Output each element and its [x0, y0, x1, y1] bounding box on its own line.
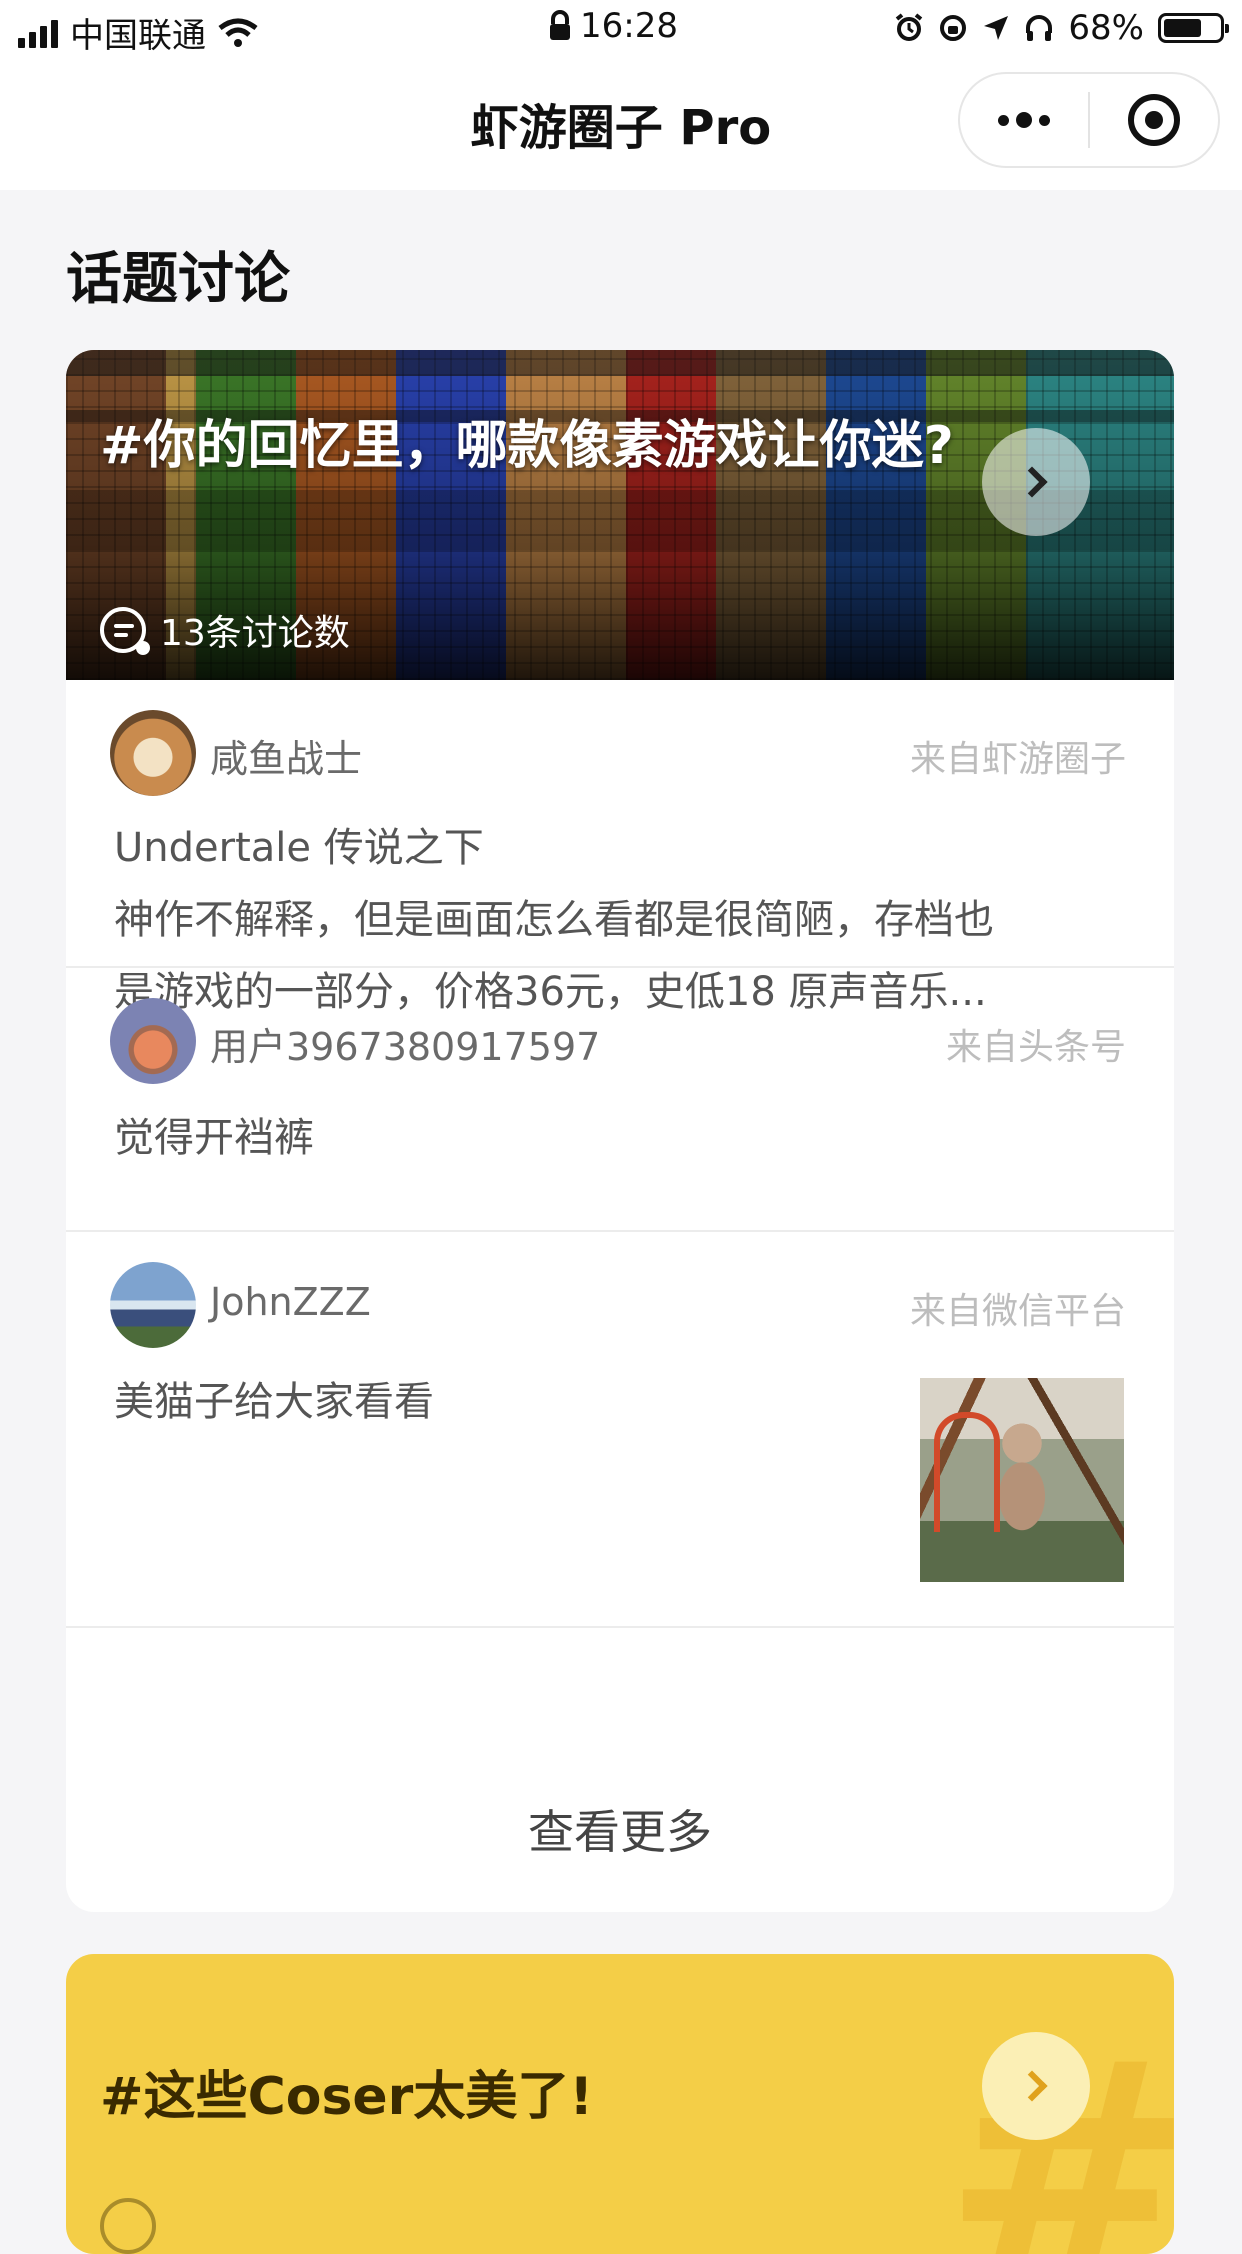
post-username[interactable]: 用户3967380917597 — [210, 1016, 600, 1071]
post-line: 美猫子给大家看看 — [114, 1379, 434, 1425]
status-center: 16:28 — [548, 6, 678, 46]
post-username[interactable]: 咸鱼战士 — [210, 728, 362, 783]
more-button[interactable] — [960, 74, 1088, 166]
more-icon — [998, 112, 1050, 128]
post-item[interactable]: 用户3967380917597 来自头条号 觉得开裆裤 — [66, 968, 1174, 1232]
topic-card-coser[interactable]: # #这些Coser太美了! — [66, 1954, 1174, 2254]
post-line: 神作不解释，但是画面怎么看都是很简陋，存档也 — [114, 897, 994, 943]
topic-card: #你的回忆里，哪款像素游戏让你迷? 13条讨论数 咸鱼战士 来自虾游圈子 Und… — [66, 350, 1174, 1912]
post-content: 觉得开裆裤 — [114, 1102, 314, 1174]
post-item[interactable]: 咸鱼战士 来自虾游圈子 Undertale 传说之下 神作不解释，但是画面怎么看… — [66, 680, 1174, 1015]
discussion-count-label: 13条讨论数 — [160, 613, 350, 654]
chevron-right-icon — [1016, 2070, 1048, 2102]
section-title: 话题讨论 — [66, 247, 290, 312]
avatar[interactable] — [110, 710, 196, 796]
discussion-count: 13条讨论数 — [100, 604, 350, 656]
nav-bar: 虾游圈子 Pro — [0, 58, 1242, 190]
post-item[interactable]: JohnZZZ 来自微信平台 美猫子给大家看看 — [66, 1232, 1174, 1628]
chat-icon — [100, 607, 150, 655]
battery-fill — [1164, 19, 1201, 37]
post-source: 来自头条号 — [945, 1027, 1126, 1068]
headphones-icon — [1026, 15, 1053, 41]
close-target-icon — [1128, 94, 1180, 146]
post-line: Undertale 传说之下 — [114, 825, 484, 871]
view-more-button[interactable]: 查看更多 — [66, 1746, 1174, 1912]
topic-arrow-button-coser[interactable] — [982, 2032, 1090, 2140]
topic-arrow-button[interactable] — [982, 428, 1090, 536]
rotation-lock-icon — [940, 15, 967, 41]
carrier-label: 中国联通 — [70, 16, 206, 56]
battery-icon — [1158, 13, 1229, 43]
signal-icon — [18, 18, 58, 48]
clock-time: 16:28 — [580, 6, 678, 46]
battery-percent: 68% — [1068, 8, 1144, 48]
status-left: 中国联通 — [18, 8, 258, 57]
mini-program-capsule — [958, 72, 1220, 168]
lock-icon — [550, 10, 570, 40]
chat-icon — [100, 2198, 156, 2254]
status-right: 68% — [894, 8, 1229, 48]
location-icon — [984, 16, 1009, 40]
post-line: 觉得开裆裤 — [114, 1115, 314, 1161]
post-source: 来自虾游圈子 — [909, 739, 1126, 780]
topic-title: #你的回忆里，哪款像素游戏让你迷? — [100, 416, 954, 476]
topic-banner[interactable]: #你的回忆里，哪款像素游戏让你迷? 13条讨论数 — [66, 350, 1174, 680]
alarm-icon — [896, 13, 923, 41]
topic-title-coser: #这些Coser太美了! — [100, 2067, 594, 2127]
status-bar: 中国联通 16:28 68% — [0, 0, 1242, 58]
playground-frame — [934, 1412, 1000, 1532]
post-username[interactable]: JohnZZZ — [210, 1280, 371, 1324]
post-content: 美猫子给大家看看 — [114, 1366, 434, 1438]
chevron-right-icon — [1016, 466, 1048, 498]
post-source: 来自微信平台 — [909, 1291, 1126, 1332]
avatar[interactable] — [110, 1262, 196, 1348]
cat-photo-thumbnail[interactable] — [920, 1378, 1124, 1582]
avatar[interactable] — [110, 998, 196, 1084]
wifi-icon — [218, 18, 258, 47]
close-button[interactable] — [1090, 74, 1218, 166]
